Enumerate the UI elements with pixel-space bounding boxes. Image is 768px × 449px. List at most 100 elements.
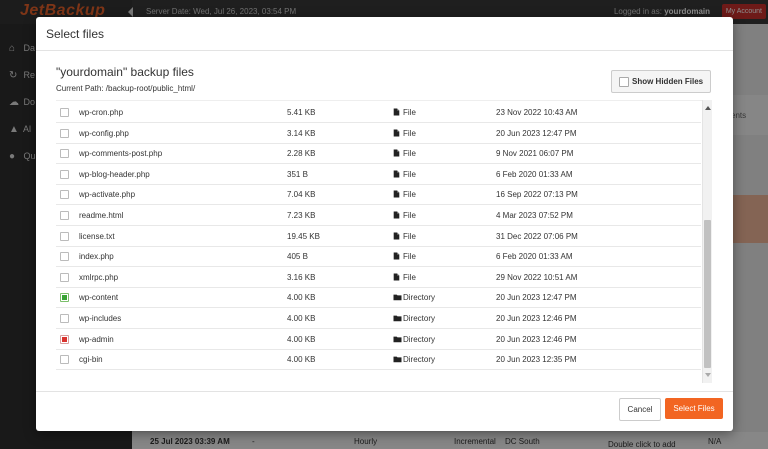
modal-title: Select files <box>46 27 105 41</box>
file-date: 9 Nov 2021 06:07 PM <box>496 149 574 159</box>
folder-icon <box>393 315 402 322</box>
file-row[interactable]: index.php 405 B File 6 Feb 2020 01:33 AM <box>56 246 701 268</box>
file-type: File <box>403 252 416 262</box>
file-row[interactable]: wp-activate.php 7.04 KB File 16 Sep 2022 07… <box>56 184 701 206</box>
current-path: Current Path: /backup-root/public_html/ <box>56 84 196 93</box>
file-size: 4.00 KB <box>287 314 316 323</box>
file-checkbox[interactable] <box>60 272 69 282</box>
file-row[interactable]: wp-content 4.00 KB Directory 20 Jun 2023 12… <box>56 287 701 309</box>
file-checkbox[interactable] <box>60 231 69 241</box>
file-checkbox[interactable] <box>60 252 69 262</box>
file-type: File <box>403 231 416 241</box>
file-date: 20 Jun 2023 12:35 PM <box>496 355 577 365</box>
select-files-button[interactable]: Select Files <box>665 398 723 419</box>
file-name[interactable]: cgi-bin <box>79 355 103 364</box>
folder-icon <box>393 336 402 342</box>
file-checkbox[interactable] <box>60 149 69 159</box>
file-checkbox[interactable] <box>60 211 69 220</box>
file-type: File <box>403 272 416 282</box>
folder-icon <box>393 356 402 363</box>
file-row[interactable]: cgi-bin 4.00 KB Directory 20 Jun 2023 12:35… <box>56 349 701 371</box>
file-size: 4.00 KB <box>287 334 316 344</box>
file-date: 31 Dec 2022 07:06 PM <box>496 231 578 241</box>
file-size: 5.41 KB <box>287 108 316 117</box>
file-size: 19.45 KB <box>287 231 320 241</box>
file-type: Directory <box>403 314 436 323</box>
file-checkbox[interactable] <box>60 314 69 323</box>
file-name[interactable]: wp-blog-header.php <box>79 170 150 179</box>
show-hidden-files-button[interactable]: Show Hidden Files <box>611 70 711 93</box>
file-date: 6 Feb 2020 01:33 AM <box>496 169 573 179</box>
file-row[interactable]: readme.html 7.23 KB File 4 Mar 2023 07:52 P… <box>56 205 701 226</box>
file-size: 7.23 KB <box>287 211 316 220</box>
file-type: File <box>403 108 416 117</box>
file-name[interactable]: readme.html <box>79 211 123 220</box>
file-date: 16 Sep 2022 07:13 PM <box>496 190 578 200</box>
file-row[interactable]: license.txt 19.45 KB File 31 Dec 2022 07:06… <box>56 226 701 247</box>
file-icon <box>393 252 400 260</box>
file-checkbox[interactable] <box>60 293 69 303</box>
file-name[interactable]: wp-comments-post.php <box>79 149 162 158</box>
file-size: 3.14 KB <box>287 128 316 138</box>
file-name[interactable]: wp-cron.php <box>79 108 123 117</box>
file-name[interactable]: index.php <box>79 252 114 261</box>
file-icon <box>393 232 400 240</box>
file-date: 23 Nov 2022 10:43 AM <box>496 108 578 117</box>
file-type: File <box>403 190 416 200</box>
file-icon <box>393 170 400 178</box>
file-size: 4.00 KB <box>287 293 316 303</box>
file-checkbox[interactable] <box>60 355 69 365</box>
file-checkbox[interactable] <box>60 128 69 138</box>
scrollbar-thumb[interactable] <box>704 220 711 368</box>
select-files-modal: Select files "yourdomain" backup files C… <box>36 17 733 431</box>
file-checkbox[interactable] <box>60 190 69 200</box>
file-name[interactable]: xmlrpc.php <box>79 273 118 282</box>
file-type: File <box>403 149 416 159</box>
file-type: File <box>403 169 416 179</box>
file-name[interactable]: wp-admin <box>79 335 114 344</box>
file-size: 3.16 KB <box>287 272 316 282</box>
file-icon <box>393 108 400 116</box>
file-checkbox[interactable] <box>60 108 69 117</box>
file-name[interactable]: license.txt <box>79 232 115 241</box>
file-row[interactable]: wp-comments-post.php 2.28 KB File 9 Nov 202… <box>56 143 701 165</box>
file-row[interactable]: wp-blog-header.php 351 B File 6 Feb 2020 01… <box>56 164 701 185</box>
file-checkbox[interactable] <box>60 169 69 179</box>
file-type: File <box>403 211 416 220</box>
file-date: 20 Jun 2023 12:46 PM <box>496 334 577 344</box>
file-icon <box>393 211 400 219</box>
file-type: Directory <box>403 355 436 365</box>
file-name[interactable]: wp-activate.php <box>79 190 135 199</box>
file-name[interactable]: wp-config.php <box>79 129 129 138</box>
file-row[interactable]: wp-cron.php 5.41 KB File 23 Nov 2022 10:43 … <box>56 102 701 123</box>
file-icon <box>393 190 400 198</box>
file-size: 2.28 KB <box>287 149 316 159</box>
cancel-button[interactable]: Cancel <box>619 398 661 421</box>
file-list: wp-cron.php 5.41 KB File 23 Nov 2022 10:43 … <box>56 100 711 384</box>
show-hidden-label: Show Hidden Files <box>632 77 704 86</box>
file-icon <box>393 273 400 281</box>
file-date: 4 Mar 2023 07:52 PM <box>496 211 573 220</box>
file-row[interactable]: xmlrpc.php 3.16 KB File 29 Nov 2022 10:51 A… <box>56 267 701 288</box>
file-type: Directory <box>403 334 436 344</box>
file-row[interactable]: wp-config.php 3.14 KB File 20 Jun 2023 12:4… <box>56 123 701 144</box>
file-date: 20 Jun 2023 12:47 PM <box>496 128 577 138</box>
modal-header: Select files <box>36 17 733 51</box>
scroll-up-arrow-icon[interactable] <box>705 106 711 110</box>
file-row[interactable]: wp-includes 4.00 KB Directory 20 Jun 2023 1… <box>56 308 701 329</box>
file-date: 6 Feb 2020 01:33 AM <box>496 252 573 262</box>
file-name[interactable]: wp-includes <box>79 314 121 323</box>
scroll-down-arrow-icon[interactable] <box>705 373 711 377</box>
show-hidden-checkbox[interactable] <box>619 77 629 87</box>
file-date: 20 Jun 2023 12:47 PM <box>496 293 577 303</box>
folder-icon <box>393 294 402 301</box>
file-size: 351 B <box>287 169 308 179</box>
file-row[interactable]: wp-admin 4.00 KB Directory 20 Jun 2023 12:4… <box>56 329 701 350</box>
file-name[interactable]: wp-content <box>79 293 118 302</box>
file-checkbox[interactable] <box>60 334 69 344</box>
backup-files-title: "yourdomain" backup files <box>56 65 194 79</box>
file-list-scrollbar[interactable] <box>702 100 712 383</box>
file-size: 4.00 KB <box>287 355 316 365</box>
file-size: 405 B <box>287 252 308 262</box>
file-type: Directory <box>403 293 436 303</box>
